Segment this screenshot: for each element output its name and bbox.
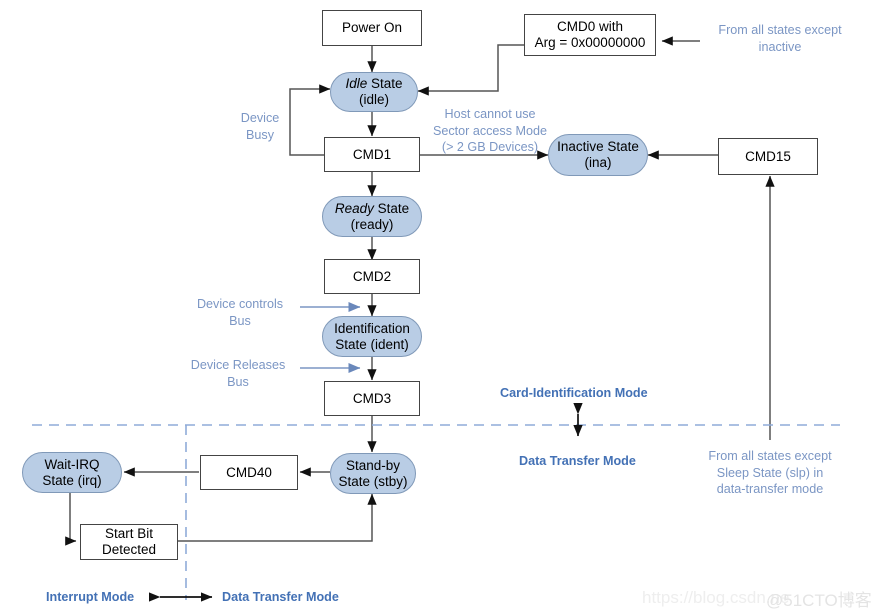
watermark-brand: @51CTO博客	[766, 591, 871, 610]
node-wait-irq-state-line-1: Wait-IRQ	[44, 456, 100, 472]
node-cmd1-line-1: CMD1	[352, 146, 392, 162]
label-data-transfer-mode-right: Data Transfer Mode	[519, 454, 636, 468]
note-from-all-except-inactive-line-1: From all states except	[718, 23, 842, 37]
node-cmd1[interactable]: CMD1	[324, 137, 420, 172]
node-wait-irq-state[interactable]: Wait-IRQ State (irq)	[22, 452, 122, 493]
note-from-all-except-inactive: From all states except inactive	[700, 22, 860, 55]
node-standby-state-line-2: State (stby)	[338, 473, 408, 489]
note-from-all-except-inactive-line-2: inactive	[758, 39, 802, 54]
node-identification-state-line-1: Identification	[334, 320, 410, 336]
node-inactive-state[interactable]: Inactive State (ina)	[548, 134, 648, 176]
state-diagram-canvas: Power On CMD0 with Arg = 0x00000000 Idle…	[0, 0, 871, 616]
note-from-all-except-sleep-line-2: Sleep State (slp) in	[716, 465, 824, 480]
node-cmd2[interactable]: CMD2	[324, 259, 420, 294]
node-inactive-state-line-2: (ina)	[584, 155, 612, 170]
note-device-busy: Device Busy	[230, 110, 290, 143]
node-idle-state-line-1: Idle State	[345, 76, 403, 92]
note-device-releases-bus: Device Releases Bus	[178, 357, 298, 390]
node-start-bit-detected-line-2: Detected	[101, 542, 157, 557]
note-device-releases-bus-line-1: Device Releases	[190, 358, 286, 372]
node-wait-irq-state-line-2: State (irq)	[42, 472, 102, 488]
note-device-controls-bus-line-2: Bus	[229, 313, 251, 328]
node-start-bit-detected[interactable]: Start Bit Detected	[80, 524, 178, 560]
note-device-releases-bus-line-2: Bus	[227, 374, 249, 389]
note-device-busy-line-2: Busy	[246, 127, 274, 142]
node-cmd40[interactable]: CMD40	[200, 455, 298, 490]
node-cmd15-line-1: CMD15	[745, 148, 791, 164]
node-cmd3[interactable]: CMD3	[324, 381, 420, 416]
label-data-transfer-mode-bottom: Data Transfer Mode	[222, 590, 339, 604]
node-cmd40-line-1: CMD40	[226, 464, 272, 480]
node-cmd0-line-2: Arg = 0x00000000	[534, 35, 646, 50]
note-host-cannot-use: Host cannot use Sector access Mode (> 2 …	[418, 106, 562, 156]
node-ready-state-line-2: (ready)	[350, 216, 394, 232]
note-device-controls-bus-line-1: Device controls	[196, 297, 284, 311]
node-cmd0[interactable]: CMD0 with Arg = 0x00000000	[524, 14, 656, 56]
node-ready-state[interactable]: Ready State (ready)	[322, 196, 422, 237]
node-idle-state-line-2: (idle)	[358, 92, 389, 107]
node-standby-state-line-1: Stand-by	[345, 457, 401, 473]
note-host-cannot-use-line-1: Host cannot use	[444, 107, 536, 121]
node-power-on[interactable]: Power On	[322, 10, 422, 46]
node-standby-state[interactable]: Stand-by State (stby)	[330, 453, 416, 494]
node-start-bit-detected-line-1: Start Bit	[104, 526, 153, 542]
note-from-all-except-sleep: From all states except Sleep State (slp)…	[690, 448, 850, 498]
node-identification-state-line-2: State (ident)	[335, 336, 409, 352]
note-device-controls-bus: Device controls Bus	[182, 296, 298, 329]
note-device-busy-line-1: Device	[240, 111, 280, 125]
node-cmd0-line-1: CMD0 with	[556, 19, 623, 35]
note-host-cannot-use-line-2: Sector access Mode	[432, 123, 548, 138]
node-cmd3-line-1: CMD3	[352, 390, 392, 406]
note-host-cannot-use-line-3: (> 2 GB Devices)	[441, 140, 539, 155]
node-ready-state-line-1: Ready State	[334, 200, 410, 216]
node-cmd2-line-1: CMD2	[352, 268, 392, 284]
node-idle-state[interactable]: Idle State (idle)	[330, 72, 418, 112]
node-power-on-line-1: Power On	[341, 20, 403, 36]
note-from-all-except-sleep-line-3: data-transfer mode	[716, 482, 824, 497]
node-inactive-state-line-1: Inactive State	[557, 139, 639, 155]
label-card-identification-mode: Card-Identification Mode	[500, 386, 648, 400]
note-from-all-except-sleep-line-1: From all states except	[708, 449, 832, 463]
label-interrupt-mode: Interrupt Mode	[46, 590, 135, 604]
node-identification-state[interactable]: Identification State (ident)	[322, 316, 422, 357]
node-cmd15[interactable]: CMD15	[718, 138, 818, 175]
